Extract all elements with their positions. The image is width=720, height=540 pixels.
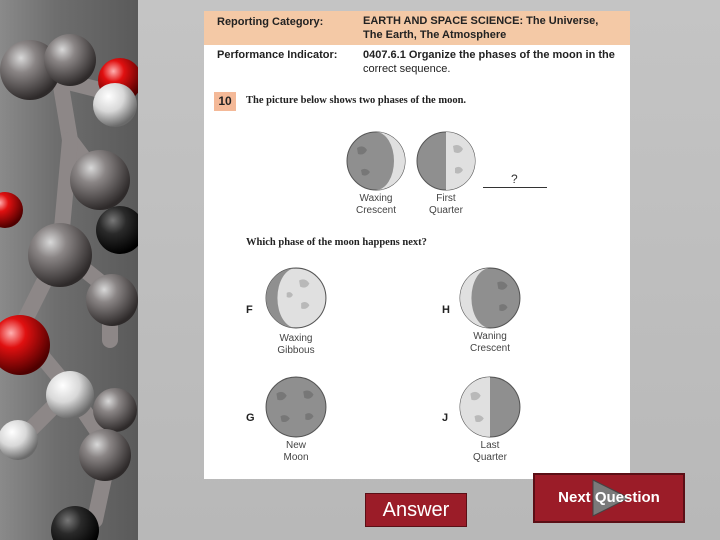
choice-f-letter: F — [246, 304, 253, 316]
followup-question: Which phase of the moon happens next? — [246, 237, 427, 248]
reporting-category-label: Reporting Category: — [217, 16, 324, 28]
choice-f-label-line2: Gibbous — [277, 345, 315, 356]
choice-h-label: Waning Crescent — [450, 331, 530, 355]
sequence-label-2-line1: First — [436, 193, 456, 204]
choice-h-letter: H — [442, 304, 450, 316]
sequence-label-2-line2: Quarter — [429, 205, 463, 216]
choice-g-label: New Moon — [256, 440, 336, 464]
choice-j-letter: J — [442, 412, 449, 424]
performance-indicator-value-line2: correct sequence. — [363, 63, 451, 75]
choice-j-label: Last Quarter — [450, 440, 530, 464]
moon-first-quarter-image — [416, 131, 476, 191]
next-question-label: Next Question — [558, 489, 660, 506]
moon-last-quarter-image[interactable] — [458, 375, 522, 439]
choice-h-label-line2: Crescent — [469, 343, 510, 354]
choice-g-label-line1: New — [285, 440, 306, 451]
sequence-label-1: Waxing Crescent — [336, 193, 416, 217]
unknown-phase-mark: ? — [511, 172, 518, 186]
performance-indicator-label: Performance Indicator: — [217, 49, 338, 61]
question-number: 10 — [214, 92, 236, 111]
molecule-decoration — [0, 0, 138, 540]
choice-f-label: Waxing Gibbous — [256, 333, 336, 357]
sequence-label-1-line2: Crescent — [355, 205, 396, 216]
sequence-label-2: First Quarter — [406, 193, 486, 217]
choice-f-label-line1: Waxing — [279, 333, 313, 344]
sequence-label-1-line1: Waxing — [359, 193, 393, 204]
moon-waxing-crescent-image — [346, 131, 406, 191]
question-card: Reporting Category: EARTH AND SPACE SCIE… — [204, 11, 630, 479]
reporting-category-value-line1: EARTH AND SPACE SCIENCE: The Universe, — [363, 15, 599, 27]
moon-waning-crescent-image[interactable] — [458, 266, 522, 330]
choice-j-label-line2: Quarter — [473, 452, 507, 463]
question-prompt: The picture below shows two phases of th… — [246, 95, 467, 106]
answer-button[interactable]: Answer — [365, 493, 467, 527]
choice-h-label-line1: Waning — [473, 331, 507, 342]
answer-blank-line — [483, 187, 547, 188]
choice-g-label-line2: Moon — [283, 452, 309, 463]
choice-g-letter: G — [246, 412, 255, 424]
reporting-category-value-line2: The Earth, The Atmosphere — [363, 29, 507, 41]
performance-indicator-value-line1: 0407.6.1 Organize the phases of the moon… — [363, 49, 615, 61]
moon-new-moon-image[interactable] — [264, 375, 328, 439]
next-question-button[interactable]: Next Question — [533, 473, 685, 523]
choice-j-label-line1: Last — [480, 440, 500, 451]
molecule-image — [0, 34, 138, 540]
moon-waxing-gibbous-image[interactable] — [264, 266, 328, 330]
